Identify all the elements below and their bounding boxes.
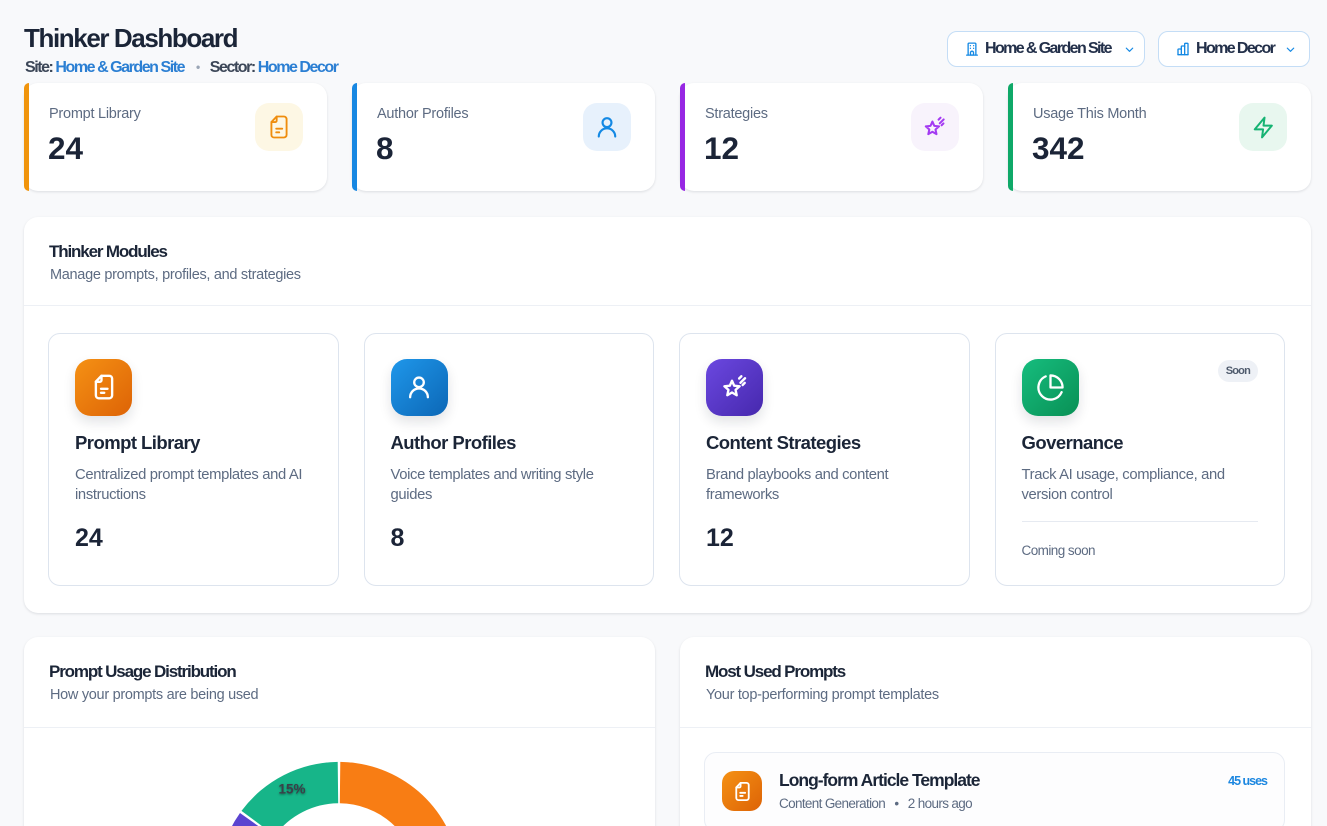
svg-text:15%: 15% xyxy=(278,782,305,797)
